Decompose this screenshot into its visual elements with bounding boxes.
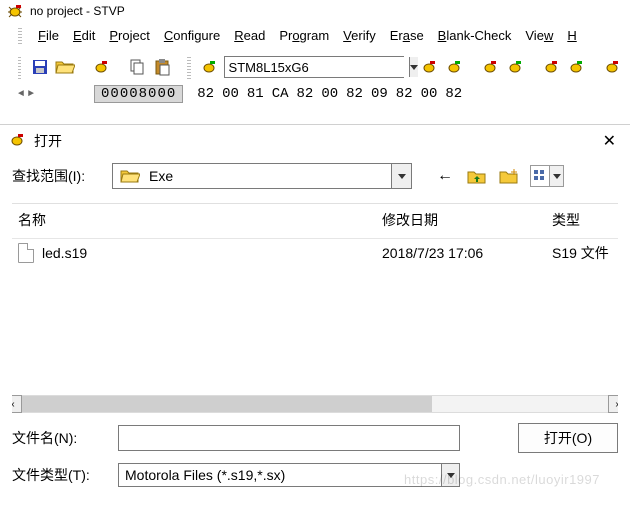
bug-red2-icon[interactable]: [419, 55, 440, 79]
lookin-label: 查找范围(I):: [12, 166, 102, 186]
app-icon: [6, 3, 24, 19]
bug-red3-icon[interactable]: [479, 55, 500, 79]
bug-green3-icon[interactable]: [504, 55, 525, 79]
bug-green4-icon[interactable]: [565, 55, 586, 79]
hex-row: ◄ ► 00008000 820081CA82008209820082: [0, 84, 630, 104]
scroll-right-button[interactable]: ›: [608, 395, 618, 413]
device-combo[interactable]: [224, 56, 404, 78]
save-icon[interactable]: [29, 55, 50, 79]
scroll-left-button[interactable]: ‹: [12, 395, 22, 413]
view-mode-button[interactable]: [530, 165, 564, 187]
filetype-combo[interactable]: [118, 463, 460, 487]
filetype-label: 文件类型(T):: [12, 465, 102, 485]
main-titlebar: no project - STVP: [0, 0, 630, 22]
scroll-left-icon[interactable]: ◄: [18, 89, 24, 100]
bug-red-icon[interactable]: [90, 55, 111, 79]
folder-open-icon: [119, 167, 141, 185]
list-header: 名称 修改日期 类型: [12, 204, 618, 239]
lookin-combo[interactable]: [112, 163, 412, 189]
lookin-input[interactable]: [147, 167, 391, 185]
app-title: no project - STVP: [30, 4, 125, 18]
menu-verify[interactable]: Verify: [343, 28, 376, 43]
file-list[interactable]: 名称 修改日期 类型 led.s19 2018/7/23 17:06 S19 文…: [12, 203, 618, 413]
close-icon[interactable]: ✕: [599, 131, 620, 151]
menu-erase[interactable]: Erase: [390, 28, 424, 43]
open-dialog: 打开 ✕ 查找范围(I): ←: [0, 124, 630, 513]
toolbar-gripper-2: [187, 55, 190, 79]
col-date[interactable]: 修改日期: [382, 210, 552, 230]
dialog-title: 打开: [34, 131, 62, 151]
file-icon: [18, 243, 34, 263]
open-button[interactable]: 打开(O): [518, 423, 618, 453]
new-folder-icon[interactable]: [498, 165, 520, 187]
menu-program[interactable]: Program: [279, 28, 329, 43]
lookin-dropdown-icon[interactable]: [391, 164, 411, 188]
bug-green-icon[interactable]: [199, 55, 220, 79]
device-input[interactable]: [225, 57, 409, 77]
copy-icon[interactable]: [126, 55, 147, 79]
paste-icon[interactable]: [151, 55, 172, 79]
toolbar-gripper: [18, 55, 21, 79]
file-name: led.s19: [42, 245, 87, 261]
view-mode-dropdown-icon[interactable]: [549, 166, 563, 186]
hex-bytes: 820081CA82008209820082: [197, 86, 470, 102]
scroll-track[interactable]: [22, 395, 608, 413]
bug-red5-icon[interactable]: [601, 55, 622, 79]
menu-help[interactable]: H: [567, 28, 576, 43]
menu-configure[interactable]: Configure: [164, 28, 220, 43]
menubar: File Edit Project Configure Read Program…: [0, 22, 630, 50]
list-item[interactable]: led.s19 2018/7/23 17:06 S19 文件: [12, 239, 618, 267]
hscrollbar[interactable]: ‹ ›: [12, 395, 618, 413]
device-dropdown-icon[interactable]: [409, 57, 418, 77]
menu-view[interactable]: View: [525, 28, 553, 43]
filetype-input[interactable]: [119, 465, 441, 485]
menu-blankcheck[interactable]: Blank-Check: [438, 28, 512, 43]
filename-input[interactable]: [118, 425, 460, 451]
toolbar: [0, 50, 630, 84]
filename-label: 文件名(N):: [12, 428, 102, 448]
menu-project[interactable]: Project: [109, 28, 149, 43]
menubar-gripper: [18, 26, 22, 44]
bug-green2-icon[interactable]: [443, 55, 464, 79]
view-grid-icon: [531, 166, 549, 186]
menu-read[interactable]: Read: [234, 28, 265, 43]
dialog-app-icon: [8, 132, 26, 151]
scroll-thumb[interactable]: [22, 396, 432, 412]
col-name[interactable]: 名称: [12, 210, 382, 230]
filetype-dropdown-icon[interactable]: [441, 464, 459, 486]
hex-offset: 00008000: [94, 85, 183, 103]
back-icon[interactable]: ←: [434, 165, 456, 187]
up-folder-icon[interactable]: [466, 165, 488, 187]
menu-file[interactable]: File: [38, 28, 59, 43]
file-date: 2018/7/23 17:06: [382, 245, 552, 261]
menu-edit[interactable]: Edit: [73, 28, 95, 43]
file-type: S19 文件: [552, 243, 618, 263]
col-type[interactable]: 类型: [552, 210, 618, 230]
scroll-right-icon[interactable]: ►: [28, 89, 34, 100]
open-icon[interactable]: [54, 55, 75, 79]
bug-red4-icon[interactable]: [540, 55, 561, 79]
